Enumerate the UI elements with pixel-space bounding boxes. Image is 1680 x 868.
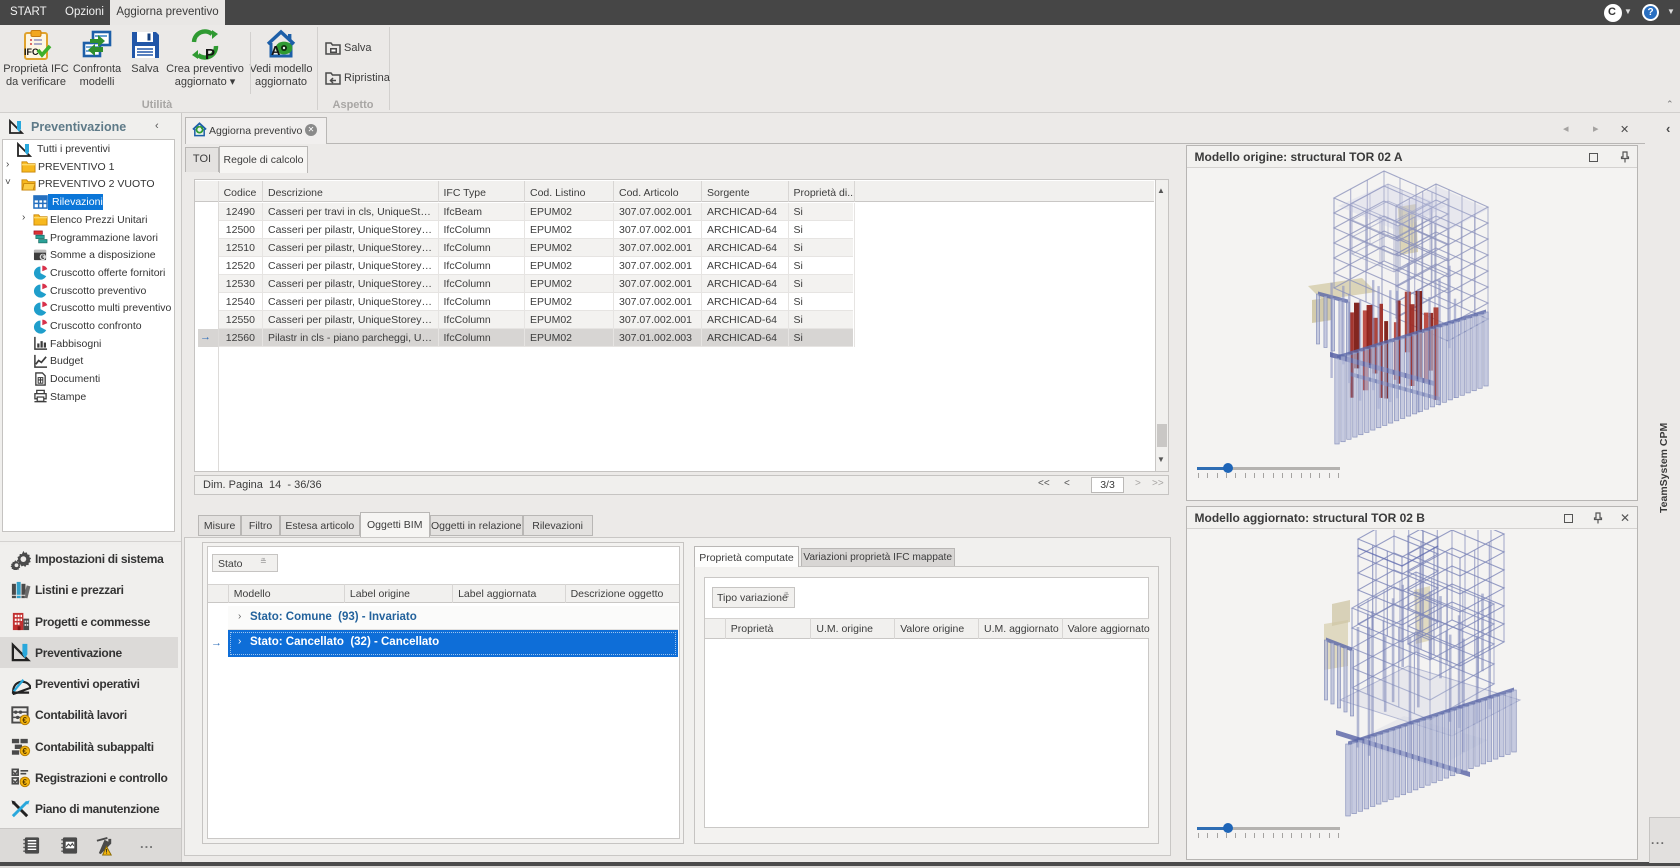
svg-text:€: € <box>22 716 27 725</box>
svg-text:!: ! <box>106 849 108 856</box>
svg-text:€: € <box>22 747 27 756</box>
svg-text:A: A <box>271 43 281 58</box>
svg-text:P: P <box>205 46 215 61</box>
svg-text:€: € <box>22 778 27 787</box>
svg-text:IFC: IFC <box>24 47 39 57</box>
